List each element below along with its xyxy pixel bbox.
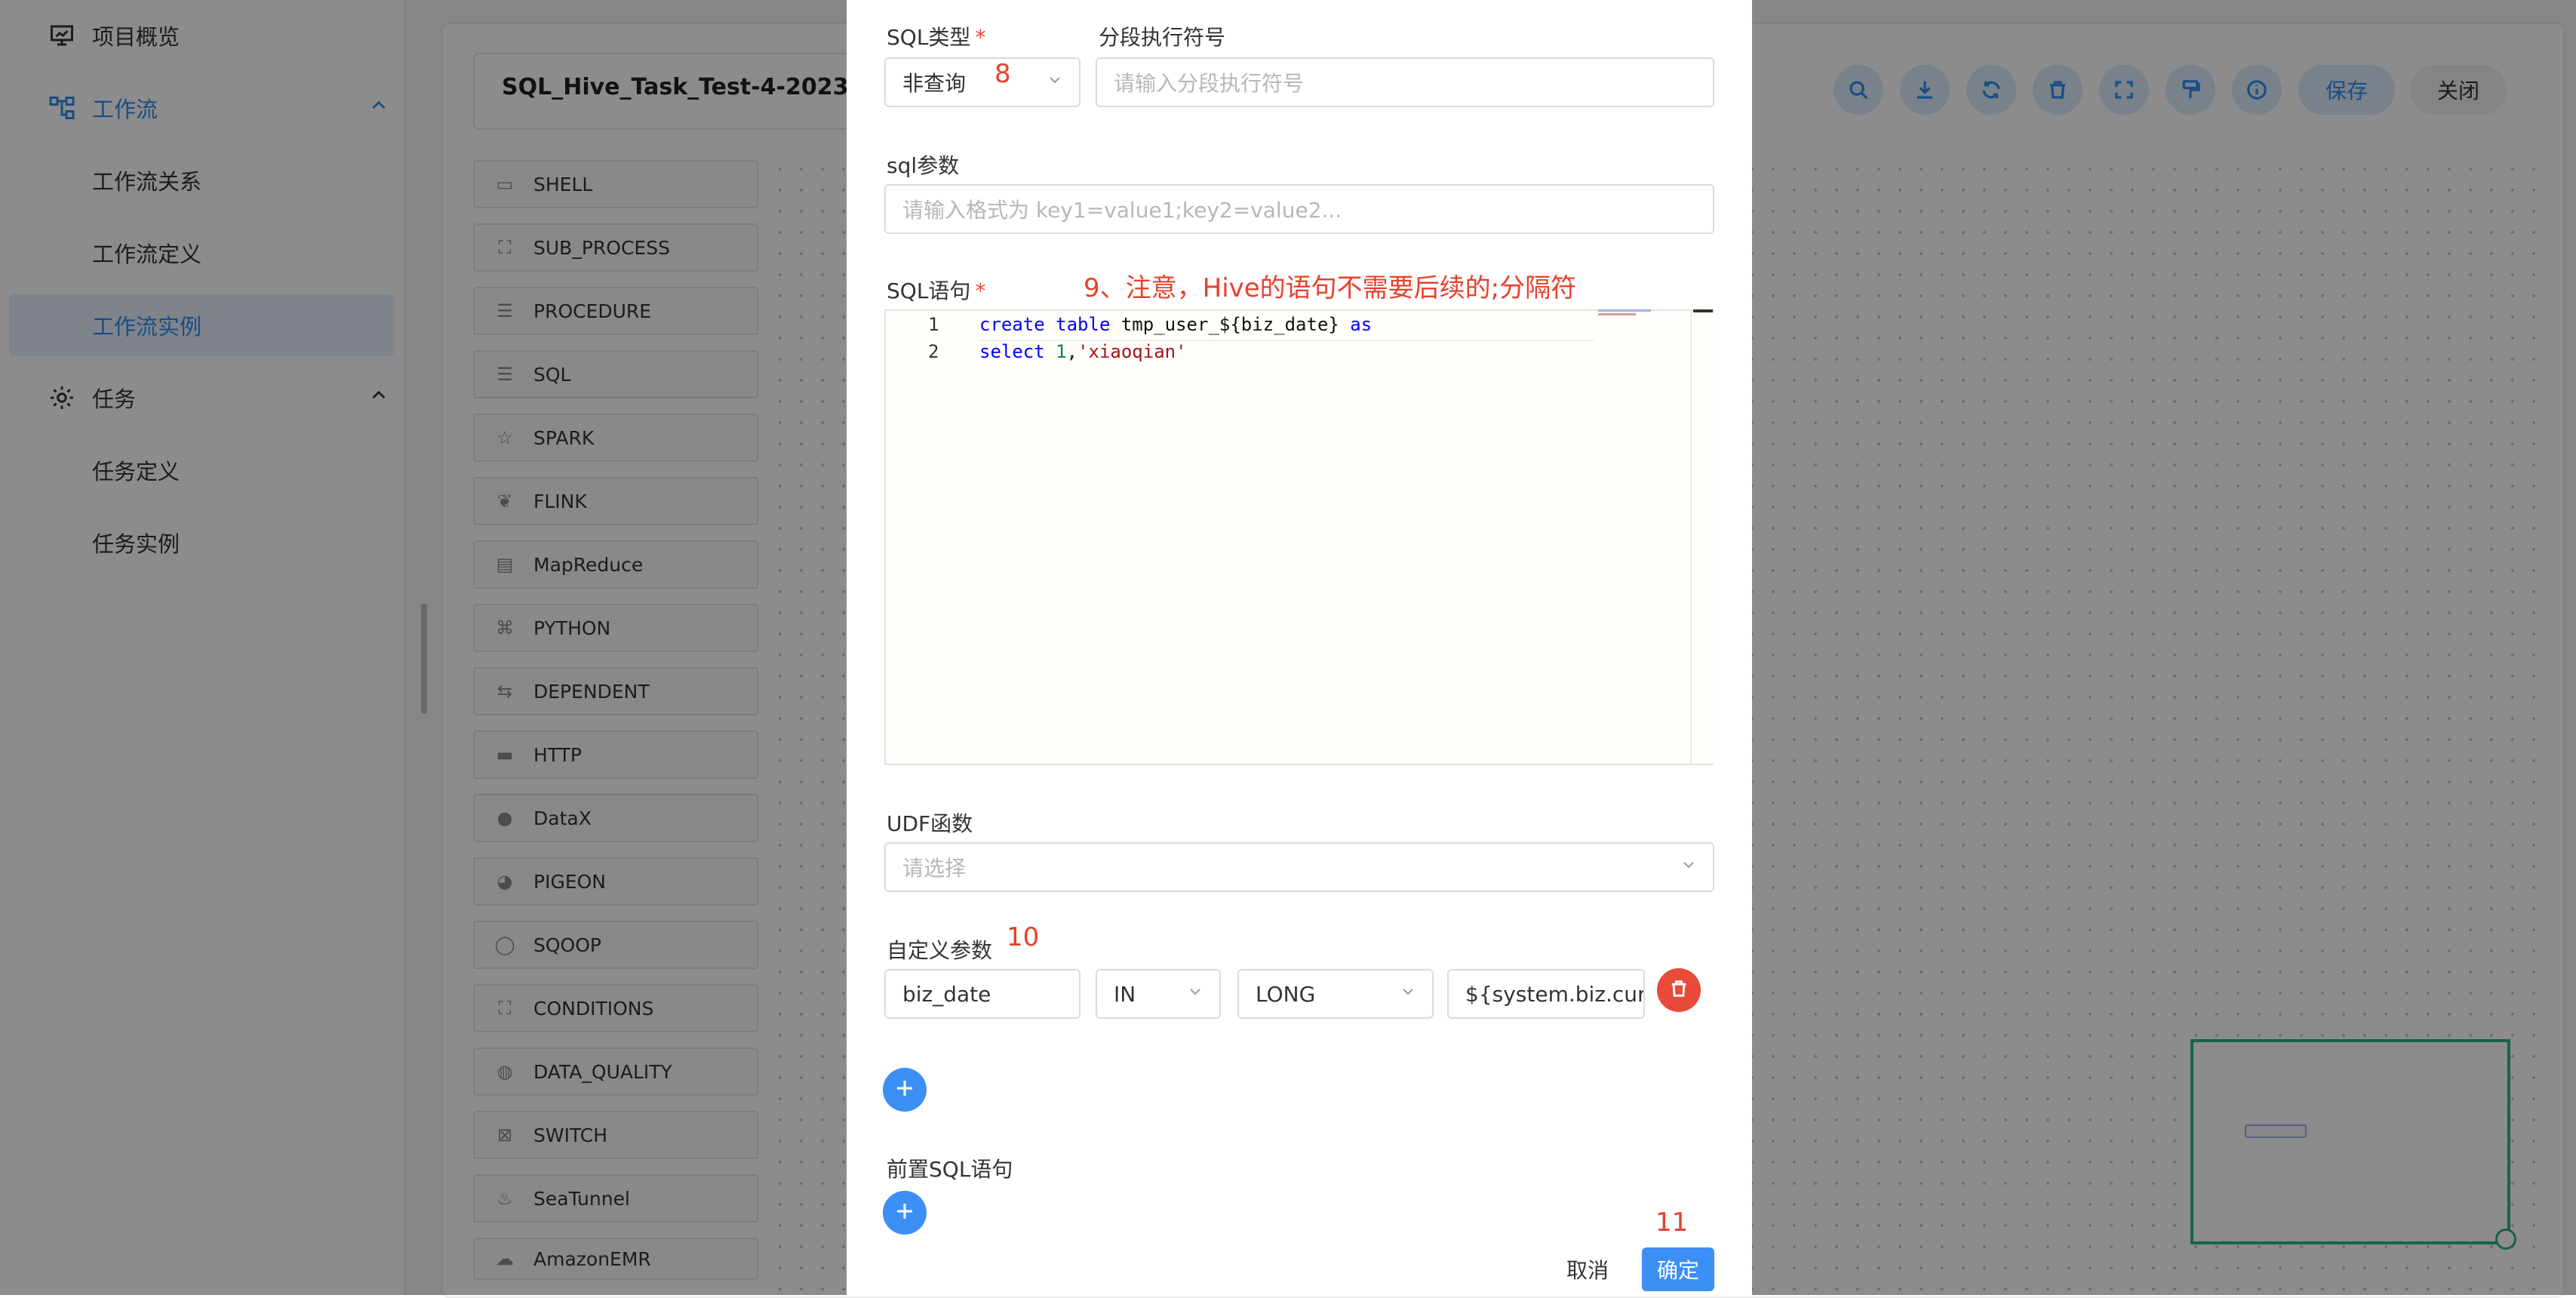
pre-sql-label: 前置SQL语句: [887, 1157, 1013, 1182]
sql-statement-label: SQL语句 *: [887, 278, 986, 303]
sql-params-input[interactable]: 请输入格式为 key1=value1;key2=value2...: [884, 184, 1714, 234]
code-line-1[interactable]: create table tmp_user_${biz_date} as: [979, 314, 1372, 335]
delete-param-button[interactable]: [1657, 968, 1701, 1012]
param-prop-input[interactable]: biz_date: [884, 969, 1081, 1019]
annotation-10: 10: [1007, 922, 1040, 952]
annotation-11: 11: [1655, 1207, 1689, 1238]
editor-scroll-thumb[interactable]: [1693, 309, 1713, 312]
annotation-9: 9、注意，Hive的语句不需要后续的;分隔符: [1084, 273, 1577, 303]
param-value-input[interactable]: ${system.biz.curdate}: [1447, 969, 1645, 1019]
sql-code-editor[interactable]: [884, 309, 1714, 765]
annotation-8: 8: [994, 59, 1011, 89]
custom-params-label: 自定义参数: [887, 938, 993, 963]
segment-separator-input[interactable]: 请输入分段执行符号: [1096, 57, 1714, 107]
chevron-down-icon: [1046, 71, 1064, 94]
trash-icon: [1668, 978, 1689, 1002]
line-number: 1: [928, 314, 939, 335]
param-type-select[interactable]: LONG: [1237, 969, 1434, 1019]
chevron-down-icon: [1399, 983, 1417, 1005]
udf-label: UDF函数: [887, 811, 973, 836]
sql-params-label: sql参数: [887, 153, 960, 178]
sql-type-select[interactable]: 非查询: [884, 57, 1081, 107]
add-param-button[interactable]: [883, 1068, 927, 1112]
editor-scrollbar[interactable]: [1690, 311, 1714, 764]
chevron-down-icon: [1186, 983, 1204, 1005]
param-direct-select[interactable]: IN: [1096, 969, 1221, 1019]
editor-minimap: [1598, 309, 1651, 315]
chevron-down-icon: [1680, 856, 1698, 878]
add-pre-sql-button[interactable]: [883, 1191, 927, 1235]
line-number: 2: [928, 341, 939, 362]
plus-icon: [893, 1077, 916, 1103]
udf-select[interactable]: 请选择: [884, 842, 1714, 892]
plus-icon: [893, 1200, 916, 1226]
confirm-button[interactable]: 确定: [1642, 1247, 1714, 1291]
segment-separator-label: 分段执行符号: [1099, 25, 1226, 50]
sql-type-label: SQL类型 *: [887, 25, 986, 50]
cancel-button[interactable]: 取消: [1554, 1247, 1621, 1291]
code-line-2[interactable]: select 1,'xiaoqian': [979, 341, 1187, 362]
